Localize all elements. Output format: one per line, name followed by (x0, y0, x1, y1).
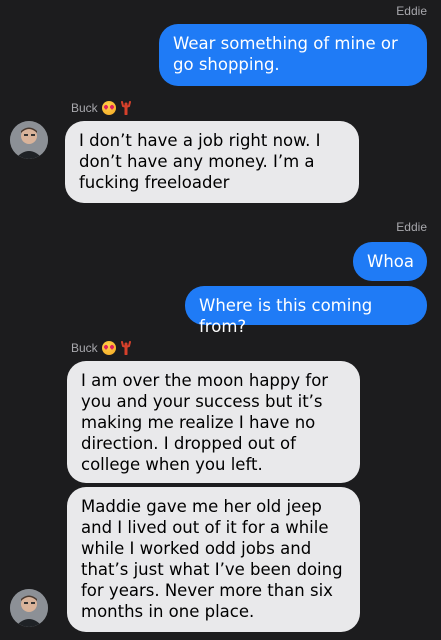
message-text: Whoa (367, 252, 414, 271)
sender-name-eddie: Eddie (396, 220, 427, 234)
message-text: I don’t have a job right now. I don’t ha… (79, 131, 321, 192)
message-bubble-incoming[interactable]: I don’t have a job right now. I don’t ha… (60, 121, 359, 203)
message-bubble-incoming[interactable]: I am over the moon happy for you and you… (67, 361, 360, 483)
sender-name-buck: Buck (71, 341, 132, 355)
message-text: I am over the moon happy for you and you… (81, 371, 329, 474)
contact-avatar-icon[interactable] (10, 589, 48, 627)
contact-avatar-icon[interactable] (10, 121, 48, 159)
message-bubble-outgoing[interactable]: Wear something of mine or go shopping. (159, 24, 432, 86)
message-thread[interactable]: Eddie Wear something of mine or go shopp… (0, 0, 441, 640)
lobster-emoji-icon (120, 101, 132, 115)
message-text: Wear something of mine or go shopping. (173, 34, 398, 74)
sender-name-text: Buck (71, 101, 98, 115)
heart-eyes-emoji-icon (101, 101, 116, 115)
message-bubble-incoming[interactable]: Maddie gave me her old jeep and I lived … (62, 487, 360, 632)
lobster-emoji-icon (120, 341, 132, 355)
message-bubble-outgoing[interactable]: Whoa (353, 242, 427, 281)
sender-name-eddie: Eddie (396, 4, 427, 18)
message-bubble-outgoing[interactable]: Where is this coming from? (185, 286, 432, 336)
heart-eyes-emoji-icon (101, 341, 116, 355)
message-text: Maddie gave me her old jeep and I lived … (81, 497, 343, 621)
message-text: Where is this coming from? (199, 296, 373, 336)
sender-name-text: Buck (71, 341, 98, 355)
sender-name-buck: Buck (71, 101, 132, 115)
